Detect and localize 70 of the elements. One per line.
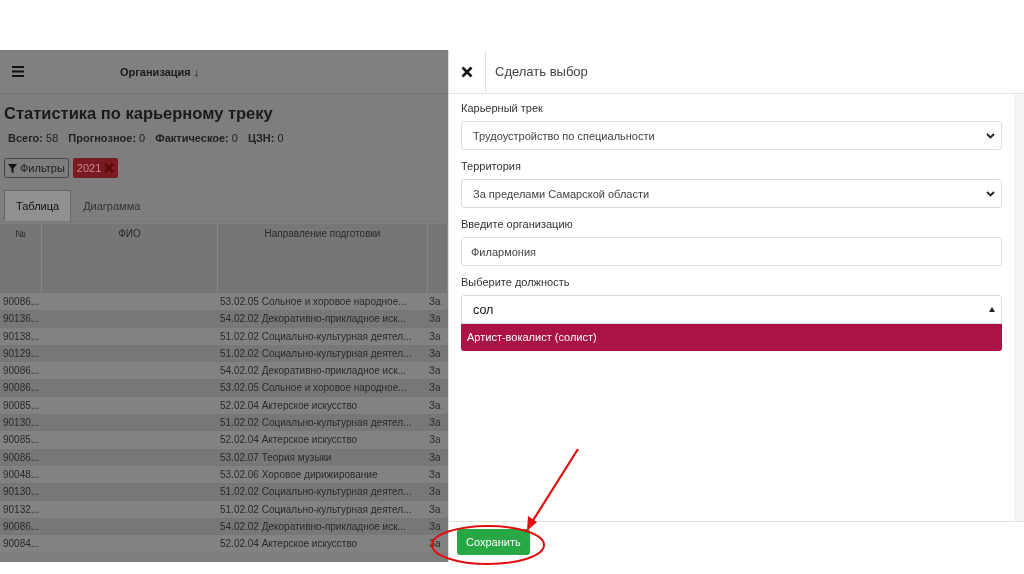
stat-text: Всего: 58 bbox=[8, 132, 59, 144]
stat-text: Прогнозное: 0 bbox=[68, 132, 146, 144]
table-cell-text: За bbox=[428, 381, 442, 396]
close-icon[interactable] bbox=[461, 65, 473, 78]
field-label: Выберите должность bbox=[461, 276, 571, 288]
table-cell-text: 90084... bbox=[2, 537, 41, 552]
table-cell-text: За bbox=[428, 312, 442, 327]
filters-button[interactable]: Фильтры bbox=[4, 158, 69, 178]
table-cell-text: 51.02.02 Социально-культурная деятел... bbox=[219, 502, 413, 517]
table-cell-text: 51.02.02 Социально-культурная деятел... bbox=[219, 346, 413, 361]
panel-title: Сделать выбор bbox=[494, 64, 588, 79]
table-cell-text: 90086... bbox=[2, 450, 41, 465]
table-cell-text: 90136... bbox=[2, 312, 41, 327]
organization-sort-header[interactable]: Организация ↓ bbox=[120, 65, 200, 78]
menu-icon[interactable] bbox=[12, 66, 24, 77]
table-cell-text: 90048... bbox=[2, 467, 41, 482]
table-cell-text: 52.02.04 Актерское искусство bbox=[219, 537, 359, 552]
table-cell-text: За bbox=[428, 467, 442, 482]
table-cell-text: 54.02.02 Декоративно-прикладное иск... bbox=[219, 312, 407, 327]
table-cell-text: 52.02.04 Актерское искусство bbox=[219, 398, 359, 413]
table-cell-text: 90130... bbox=[2, 416, 41, 431]
table-cell-text: 90129... bbox=[2, 346, 41, 361]
dropdown-option[interactable]: Артист-вокалист (солист) bbox=[461, 324, 1002, 351]
table-cell-text: 90130... bbox=[2, 485, 41, 500]
table-cell-text: 90086... bbox=[2, 295, 41, 309]
chevron-down-icon bbox=[986, 190, 995, 197]
table-cell-text: 53.02.07 Теория музыки bbox=[219, 450, 333, 465]
filter-tag: 2021 bbox=[72, 158, 119, 178]
funnel-icon bbox=[8, 163, 17, 173]
select-field[interactable]: За пределами Самарской области bbox=[461, 179, 1002, 208]
page-title: Статистика по карьерному треку bbox=[4, 104, 274, 123]
table-cell-text: 90132... bbox=[2, 502, 41, 517]
chevron-down-icon bbox=[986, 132, 995, 139]
input-field[interactable]: Филармония bbox=[461, 237, 1002, 266]
table-cell-text: 53.02.05 Сольное и хоровое народное... bbox=[219, 381, 408, 396]
table-cell-text: 90085... bbox=[2, 398, 41, 413]
caret-up-icon bbox=[989, 307, 995, 312]
table-cell-text: За bbox=[428, 329, 442, 344]
table-cell-text: 54.02.02 Декоративно-прикладное иск... bbox=[219, 364, 407, 379]
table-cell-text: За bbox=[428, 485, 442, 500]
stat-text: ЦЗН: 0 bbox=[247, 132, 284, 144]
table-cell-text: За bbox=[428, 450, 442, 465]
table-cell-text: За bbox=[428, 416, 442, 431]
table-cell-text: За bbox=[428, 433, 442, 448]
table-cell-text: 90086... bbox=[2, 364, 41, 379]
table-cell-text: 90085... bbox=[2, 433, 41, 448]
table-cell-text: 52.02.04 Актерское искусство bbox=[219, 433, 359, 448]
table-cell-text: За bbox=[428, 346, 442, 361]
table-cell-text: За bbox=[428, 398, 442, 413]
table-cell-text: 90138... bbox=[2, 329, 41, 344]
table-cell-text: 53.02.06 Хоровое дирижирование bbox=[219, 467, 379, 482]
table-cell-text: 51.02.02 Социально-культурная деятел... bbox=[219, 485, 413, 500]
table-cell-text: 90086... bbox=[2, 381, 41, 396]
table-cell-text: 53.02.05 Сольное и хоровое народное... bbox=[219, 295, 408, 309]
field-label: Карьерный трек bbox=[461, 102, 544, 114]
field-label: Территория bbox=[461, 160, 522, 172]
select-field[interactable]: Трудоустройство по специальности bbox=[461, 121, 1002, 150]
table-cell-text: За bbox=[428, 502, 442, 517]
field-label: Введите организацию bbox=[461, 218, 574, 230]
table-cell-text: За bbox=[428, 295, 442, 309]
tab[interactable]: Таблица bbox=[4, 190, 72, 221]
combobox-field[interactable]: сол bbox=[461, 295, 1002, 324]
table-cell-text: 51.02.02 Социально-культурная деятел... bbox=[219, 416, 413, 431]
stat-text: Фактическое: 0 bbox=[155, 132, 238, 144]
scrollbar[interactable] bbox=[1014, 94, 1024, 521]
table-cell-text: 51.02.02 Социально-культурная деятел... bbox=[219, 329, 413, 344]
table-cell-text: За bbox=[428, 519, 442, 534]
table-cell-text: За bbox=[428, 364, 442, 379]
table-cell-text: 90086... bbox=[2, 519, 41, 534]
table-cell-text: 54.02.02 Декоративно-прикладное иск... bbox=[219, 519, 407, 534]
